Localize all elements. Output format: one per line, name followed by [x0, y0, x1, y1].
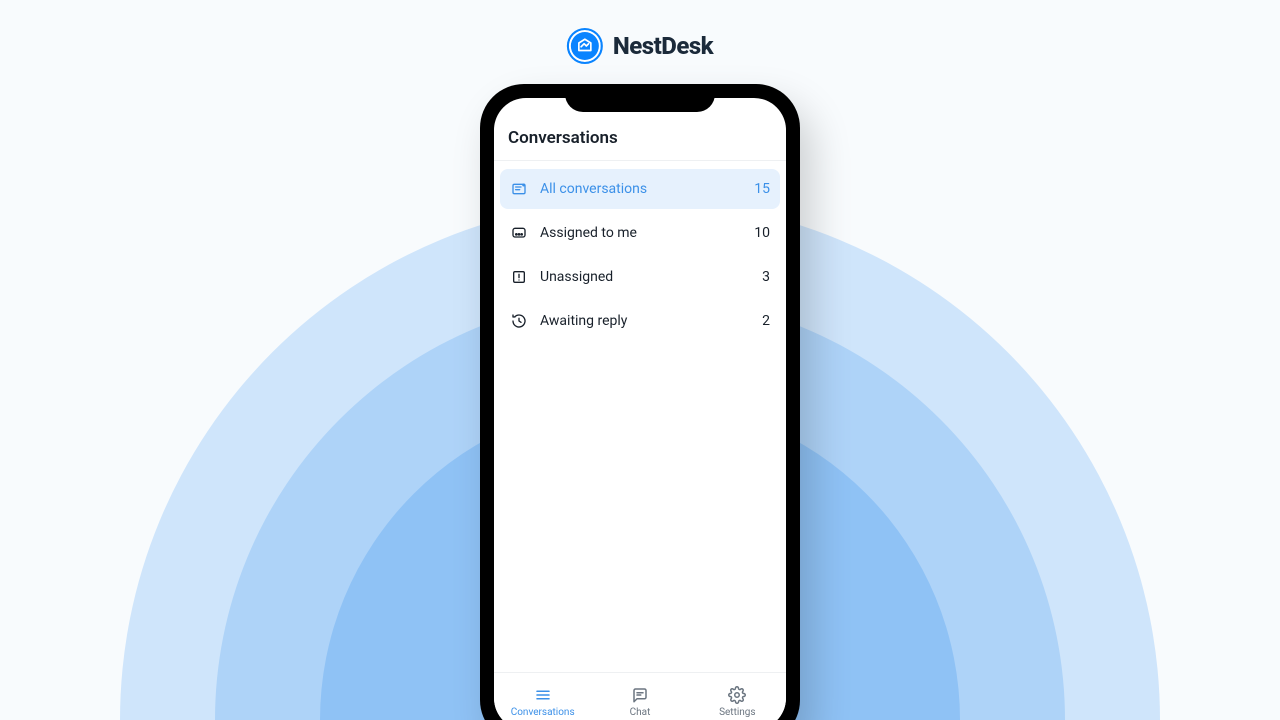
filter-count: 15 — [754, 181, 770, 197]
brand-logo: NestDesk — [567, 28, 713, 64]
filter-all-conversations[interactable]: All conversations 15 — [500, 169, 780, 209]
phone-mockup: Conversations All conversations 15 — [480, 84, 800, 720]
filter-list: All conversations 15 Assigned to me 10 — [494, 161, 786, 672]
filter-label: Awaiting reply — [540, 313, 750, 329]
page-title: Conversations — [508, 128, 772, 148]
phone-notch — [565, 84, 715, 112]
nav-label: Chat — [630, 707, 651, 718]
nav-settings[interactable]: Settings — [689, 673, 786, 720]
awaiting-icon — [510, 313, 528, 329]
inbox-all-icon — [510, 181, 528, 197]
filter-count: 3 — [762, 269, 770, 285]
filter-count: 10 — [754, 225, 770, 241]
menu-icon — [534, 686, 552, 704]
brand-icon — [567, 28, 603, 64]
settings-icon — [728, 686, 746, 704]
bottom-nav: Conversations Chat Settings — [494, 672, 786, 720]
filter-assigned-to-me[interactable]: Assigned to me 10 — [500, 213, 780, 253]
brand-name: NestDesk — [613, 32, 713, 60]
unassigned-icon — [510, 269, 528, 285]
assigned-icon — [510, 225, 528, 241]
filter-label: Assigned to me — [540, 225, 742, 241]
filter-label: Unassigned — [540, 269, 750, 285]
filter-unassigned[interactable]: Unassigned 3 — [500, 257, 780, 297]
nav-label: Conversations — [511, 707, 575, 718]
nav-label: Settings — [719, 707, 756, 718]
filter-label: All conversations — [540, 181, 742, 197]
app-screen: Conversations All conversations 15 — [494, 98, 786, 720]
chat-icon — [631, 686, 649, 704]
nav-chat[interactable]: Chat — [591, 673, 688, 720]
filter-count: 2 — [762, 313, 770, 329]
nav-conversations[interactable]: Conversations — [494, 673, 591, 720]
filter-awaiting-reply[interactable]: Awaiting reply 2 — [500, 301, 780, 341]
